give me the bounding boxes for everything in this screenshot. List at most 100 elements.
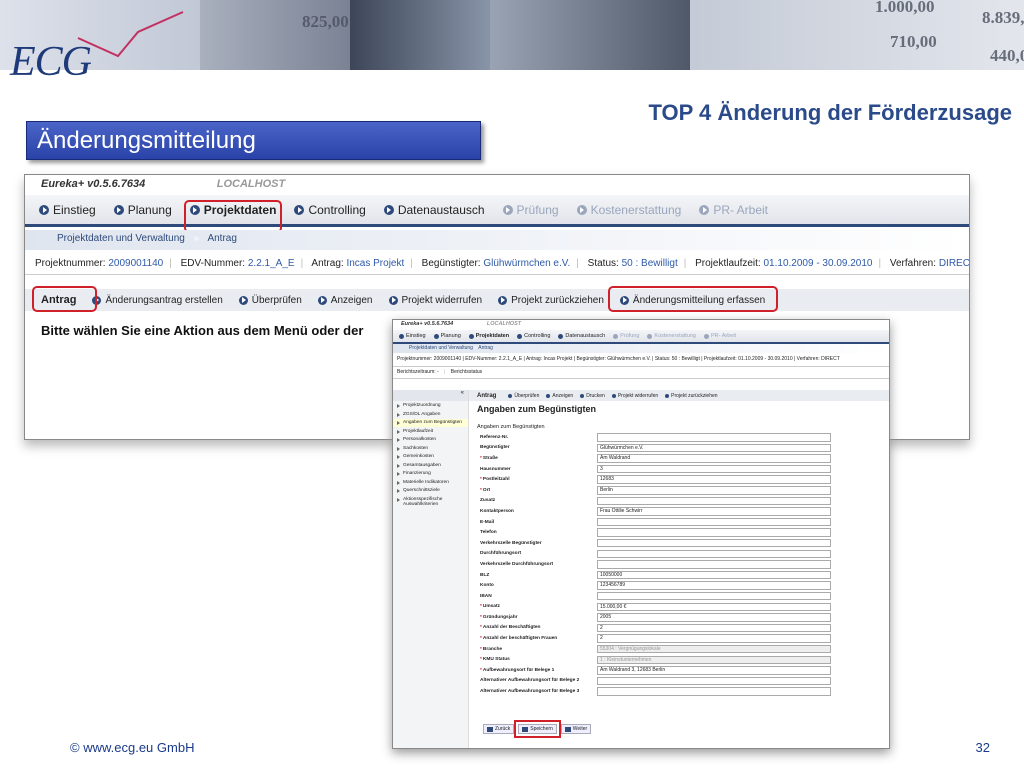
nav-label: Datenaustausch (397, 202, 485, 217)
action-zurueckziehen[interactable]: Projekt zurückziehen (498, 295, 604, 306)
sidebar-item[interactable]: ZGS/DL Angaben (393, 411, 468, 419)
sidebar-item[interactable]: Projektzuordnung (393, 402, 468, 410)
form-input[interactable] (597, 433, 831, 442)
action-anzeigen[interactable]: Anzeigen (317, 295, 373, 306)
sub-nav-label: Controlling (524, 333, 551, 339)
form-input[interactable] (597, 496, 831, 506)
page-number: 32 (975, 740, 990, 755)
form-label-text: BLZ (480, 572, 490, 578)
action-ueberpruefen[interactable]: Überprüfen (238, 295, 302, 306)
form-input[interactable] (597, 560, 831, 569)
form-buttons: Zurück Speichern Weiter (483, 720, 595, 738)
form-input[interactable]: 123456789 (597, 581, 831, 590)
banner-amount: 8.839, (982, 8, 1024, 27)
sub-nav-label: Einstieg (406, 333, 426, 339)
form-input[interactable]: 2005 (597, 613, 831, 622)
form-label: *Umsatz (477, 604, 597, 609)
form-label-text: Verkehrszelle Durchführungsort (480, 561, 554, 567)
breadcrumb-part[interactable]: Antrag (207, 233, 236, 244)
form-label: Hausnummer (477, 467, 597, 472)
sub-nav-item[interactable]: Controlling (517, 333, 550, 339)
form-input[interactable]: Glühwürmchen e.V. (597, 443, 831, 453)
form-input[interactable] (597, 591, 831, 601)
nav-datenaustausch[interactable]: Datenaustausch (383, 202, 485, 217)
form-input[interactable]: Berlin (597, 486, 831, 495)
section-label: Änderungsmitteilung (26, 121, 481, 160)
meta-label: Status: (587, 258, 619, 269)
sidebar-item[interactable]: Materielle Indikatoren (393, 479, 468, 487)
form-input[interactable]: 2 (597, 634, 831, 643)
sidebar-item[interactable]: Gesamtausgaben (393, 462, 468, 470)
form-label: *KMU Status (477, 657, 597, 662)
sub-breadcrumb-part[interactable]: Antrag (478, 345, 493, 351)
back-button[interactable]: Zurück (483, 724, 515, 734)
arrow-icon (502, 204, 513, 215)
form-input[interactable] (597, 687, 831, 696)
form-input[interactable] (597, 517, 831, 527)
sub-efre: EFRE (462, 321, 478, 327)
form-label-text: Hausnummer (480, 466, 511, 472)
sub-action[interactable]: Projekt zurückziehen (665, 393, 718, 399)
nav-label: Kostenerstattung (590, 202, 682, 217)
sub-nav-item[interactable]: Einstieg (399, 333, 426, 339)
form-input[interactable]: 10050000 (597, 570, 831, 580)
form-label: *Postleitzahl (477, 477, 597, 482)
divider: | (444, 369, 446, 375)
form-label-text: Durchführungsort (480, 551, 522, 557)
sidebar-item[interactable]: Gemeinkosten (393, 453, 468, 461)
sidebar-item[interactable]: Personalkosten (393, 436, 468, 444)
report-period[interactable]: Berichtszeitraum: - (397, 369, 439, 375)
sidebar-item[interactable]: Finanzierung (393, 470, 468, 478)
action-aenderungsantrag[interactable]: Änderungsantrag erstellen (92, 295, 223, 306)
sub-nav-item[interactable]: Datenaustausch (558, 333, 605, 339)
nav-einstieg[interactable]: Einstieg (39, 203, 96, 217)
sub-nav-item: Kostenerstattung (647, 333, 696, 339)
form-input[interactable]: 15.000,00 € (597, 602, 831, 612)
form-label-text: Ort (482, 487, 491, 493)
sub-action[interactable]: Projekt widerrufen (611, 393, 658, 399)
sub-nav-item[interactable]: Projektdaten (468, 333, 509, 339)
meta-value: 2.2.1_A_E (247, 258, 295, 269)
sub-breadcrumb-part[interactable]: Projektdaten und Verwaltung (409, 345, 473, 351)
sub-action[interactable]: Anzeigen (546, 393, 573, 399)
sidebar-item[interactable]: Sachkosten (393, 445, 468, 453)
form-select[interactable]: 1 : Kleinstunternehmen (597, 655, 831, 665)
form-input[interactable] (597, 528, 831, 537)
form-input[interactable]: 3 (597, 464, 831, 474)
form-input[interactable] (597, 676, 831, 686)
form-input[interactable]: Frau Ottilie Schwirr (597, 507, 831, 516)
nav-planung[interactable]: Planung (113, 203, 172, 217)
nav-controlling[interactable]: Controlling (294, 203, 366, 217)
sub-title-bar: Eureka+ v0.5.6.7634 EFRE LOCALHOST (393, 320, 889, 330)
form-label: Konto (477, 583, 597, 588)
sub-action[interactable]: Drucken (580, 393, 605, 399)
breadcrumb-part[interactable]: Projektdaten und Verwaltung (57, 233, 185, 244)
form-select[interactable]: 55304 : Vergnügungslokale (597, 644, 831, 654)
form-input[interactable]: Am Waldrand 3, 12683 Berlin (597, 666, 831, 675)
sub-antrag-button[interactable]: Antrag (471, 393, 502, 399)
meta-value: 50 : Bewilligt (621, 258, 678, 269)
action-widerrufen[interactable]: Projekt widerrufen (388, 295, 482, 306)
form-row: *Straße Am Waldrand (477, 453, 889, 464)
next-button[interactable]: Weiter (560, 724, 592, 734)
form-title: Angaben zum Begünstigten (477, 404, 596, 414)
nav-label: PR- Arbeit (713, 202, 768, 217)
arrow-icon (613, 333, 619, 339)
form-input[interactable]: 12683 (597, 475, 831, 484)
divider: | (878, 258, 882, 269)
sub-nav-item[interactable]: Planung (433, 333, 461, 339)
arrow-icon (611, 393, 616, 398)
save-button[interactable]: Speichern (514, 720, 561, 738)
form-input[interactable] (597, 549, 831, 559)
collapse-icon[interactable]: « (393, 390, 468, 401)
sidebar-item[interactable]: Projektlaufzeit (393, 428, 468, 436)
form-label: *Aufbewahrungsort für Belege 1 (477, 668, 597, 673)
sidebar-item[interactable]: Querschnittsziele (393, 487, 468, 495)
sidebar-item[interactable]: Aktionsspezifische Auswahlkriterien (393, 496, 468, 509)
form-input[interactable]: 2 (597, 623, 831, 633)
sub-nav-label: Datenaustausch (565, 333, 606, 339)
form-input[interactable] (597, 538, 831, 548)
sub-action[interactable]: Überprüfen (508, 393, 539, 399)
sidebar-item-active[interactable]: Angaben zum Begünstigten (393, 419, 468, 427)
form-input[interactable]: Am Waldrand (597, 454, 831, 463)
